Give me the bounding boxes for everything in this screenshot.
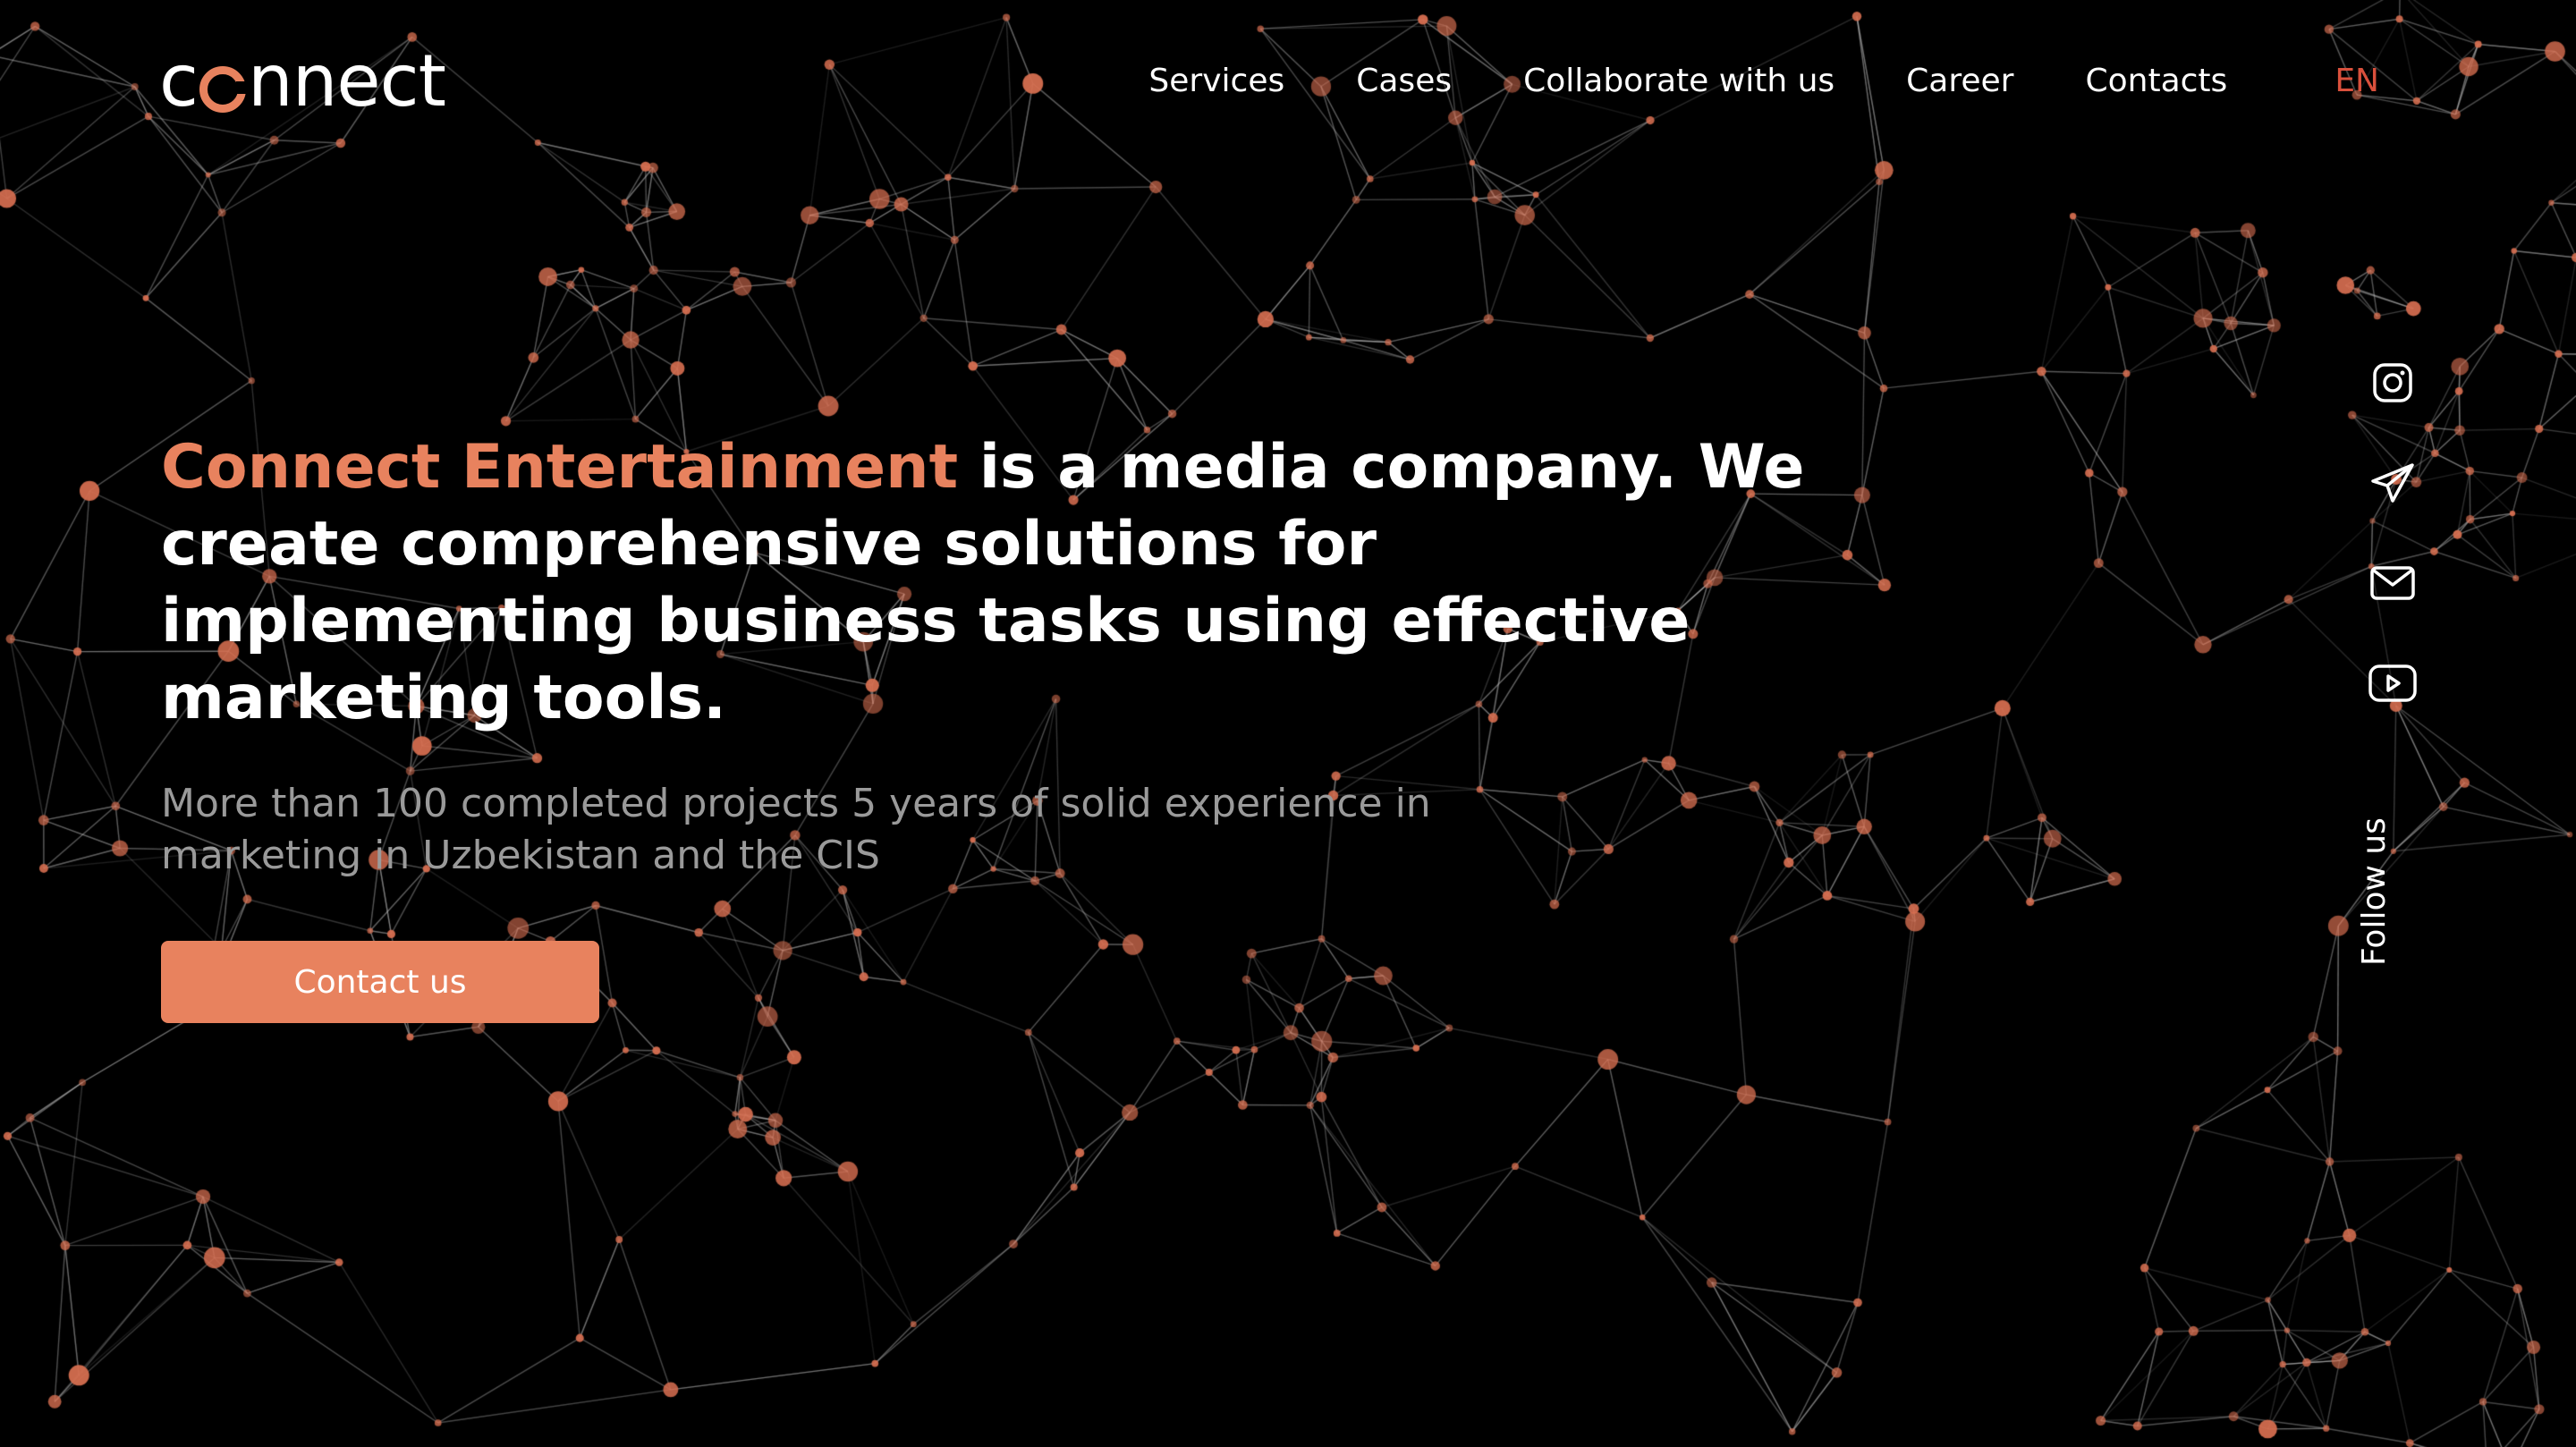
nav-services[interactable]: Services <box>1148 63 1284 99</box>
nav-cases[interactable]: Cases <box>1356 63 1452 99</box>
social-links <box>2361 358 2424 708</box>
telegram-icon <box>2371 463 2414 503</box>
main-nav: Services Cases Collaborate with us Caree… <box>1148 63 2379 99</box>
mail-icon <box>2370 566 2415 600</box>
hero-subtitle: More than 100 completed projects 5 years… <box>161 781 1431 878</box>
instagram-link[interactable] <box>2368 358 2418 408</box>
youtube-link[interactable] <box>2368 658 2418 708</box>
follow-us-label: Follow us <box>2356 817 2393 966</box>
youtube-icon <box>2368 664 2417 702</box>
contact-us-button[interactable]: Contact us <box>161 941 599 1023</box>
mail-link[interactable] <box>2368 558 2418 608</box>
instagram-icon <box>2373 363 2412 402</box>
hero-title-accent: Connect Entertainment <box>161 432 959 503</box>
nav-collaborate[interactable]: Collaborate with us <box>1523 63 1835 99</box>
language-switcher[interactable]: EN <box>2334 63 2379 99</box>
logo-ring-icon <box>199 66 247 113</box>
nav-career[interactable]: Career <box>1906 63 2013 99</box>
nav-contacts[interactable]: Contacts <box>2085 63 2227 99</box>
logo-text-end: nnect <box>247 39 446 123</box>
page: c nnect Services Cases Collaborate with … <box>0 0 2576 1447</box>
logo[interactable]: c nnect <box>159 39 446 123</box>
hero-title: Connect Entertainment is a media company… <box>161 429 1860 737</box>
logo-text-start: c <box>159 39 199 123</box>
telegram-link[interactable] <box>2368 458 2418 508</box>
